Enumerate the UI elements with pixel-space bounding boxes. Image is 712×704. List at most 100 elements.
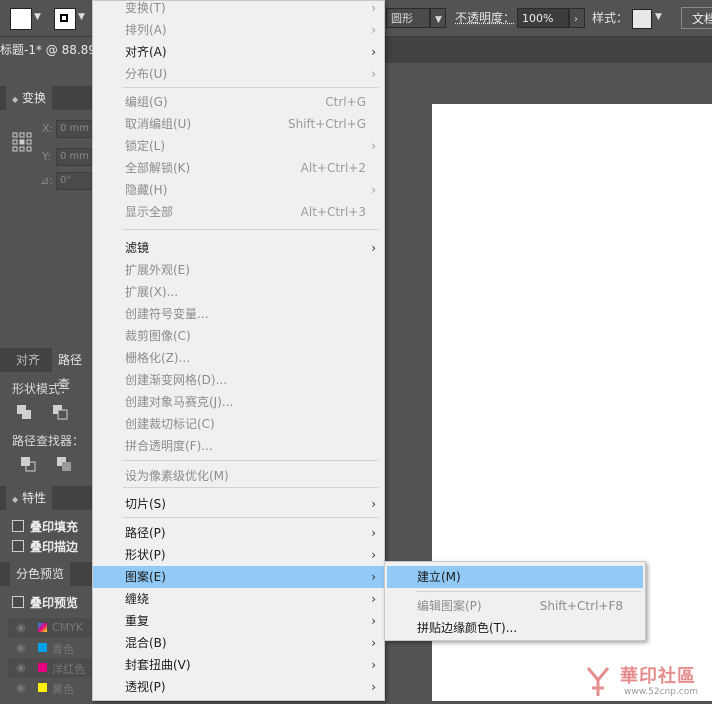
submenu-arrow-icon: › bbox=[371, 526, 376, 540]
submenu-arrow-icon: › bbox=[371, 614, 376, 628]
menu-item: 排列(A) › bbox=[93, 19, 384, 41]
tab-attributes-label: 特性 bbox=[21, 491, 46, 505]
overprint-fill-checkbox[interactable] bbox=[12, 520, 24, 532]
menu-item-label: 对齐(A) bbox=[125, 45, 167, 59]
menu-item[interactable]: 封套扭曲(V) › bbox=[93, 654, 384, 676]
stroke-dropdown-icon[interactable]: ▼ bbox=[78, 12, 85, 22]
submenu-item[interactable]: 建立(M) bbox=[387, 566, 643, 588]
submenu-item: 编辑图案(P) Shift+Ctrl+F8 bbox=[387, 595, 643, 617]
submenu-arrow-icon: › bbox=[371, 497, 376, 511]
fill-dropdown-icon[interactable]: ▼ bbox=[34, 12, 41, 22]
opacity-input[interactable]: 100% bbox=[517, 8, 569, 28]
menu-item-label: 路径(P) bbox=[125, 526, 166, 540]
menu-item-label: 缠绕 bbox=[125, 592, 150, 606]
overprint-preview-checkbox[interactable] bbox=[12, 596, 24, 608]
tab-attributes[interactable]: ◆ 特性 bbox=[6, 486, 52, 510]
document-tab-title: 标题-1* @ 88.89 bbox=[0, 43, 96, 57]
menu-item-shortcut: Ctrl+G bbox=[325, 95, 366, 109]
menu-item-label: 图案(E) bbox=[125, 570, 166, 584]
menu-item: 取消编组(U) Shift+Ctrl+G bbox=[93, 113, 384, 135]
submenu-item-shortcut: Shift+Ctrl+F8 bbox=[539, 599, 623, 613]
menu-item-label: 滤镜 bbox=[125, 241, 150, 255]
fill-swatch[interactable] bbox=[10, 8, 32, 30]
menu-item-label: 扩展(X)... bbox=[125, 285, 179, 299]
trim-icon[interactable] bbox=[56, 456, 72, 472]
menu-item: 裁剪图像(C) bbox=[93, 325, 384, 347]
menu-item-label: 透视(P) bbox=[125, 680, 166, 694]
menu-separator bbox=[123, 460, 379, 461]
eye-icon[interactable]: ◉ bbox=[16, 641, 26, 654]
menu-item-label: 重复 bbox=[125, 614, 150, 628]
eye-icon[interactable]: ◉ bbox=[16, 621, 26, 634]
style-dropdown-icon[interactable]: ▼ bbox=[655, 12, 662, 22]
document-tab[interactable]: 标题-1* @ 88.89 bbox=[0, 37, 104, 63]
tab-transform[interactable]: ◆ 变换 bbox=[6, 86, 52, 110]
tab-align[interactable]: 对齐 bbox=[10, 348, 46, 372]
x-field[interactable]: 0 mm bbox=[56, 120, 95, 138]
menu-item-shortcut: Alt+Ctrl+2 bbox=[300, 161, 366, 175]
menu-item-label: 取消编组(U) bbox=[125, 117, 192, 131]
tab-pathfinder[interactable]: 路径查 bbox=[52, 348, 92, 391]
submenu-arrow-icon: › bbox=[371, 680, 376, 694]
menu-item-shortcut: Shift+Ctrl+G bbox=[287, 117, 366, 131]
submenu-item[interactable]: 拼贴边缘颜色(T)... bbox=[387, 617, 643, 639]
submenu-arrow-icon: › bbox=[371, 139, 376, 153]
angle-field[interactable]: 0° bbox=[56, 172, 95, 190]
opacity-label: 不透明度： bbox=[455, 11, 516, 25]
shape-select[interactable]: 圆形 bbox=[386, 8, 430, 28]
menu-item[interactable]: 混合(B) › bbox=[93, 632, 384, 654]
cmyk-chip bbox=[38, 623, 47, 632]
menu-item-label: 全部解锁(K) bbox=[125, 161, 191, 175]
menu-item[interactable]: 重复 › bbox=[93, 610, 384, 632]
cyan-chip bbox=[38, 643, 47, 652]
menu-item-label: 隐藏(H) bbox=[125, 183, 168, 197]
eye-icon[interactable]: ◉ bbox=[16, 681, 26, 694]
menu-item-label: 创建裁切标记(C) bbox=[125, 417, 215, 431]
menu-separator bbox=[123, 229, 379, 230]
menu-item-label: 裁剪图像(C) bbox=[125, 329, 191, 343]
x-label: X: bbox=[42, 122, 54, 135]
menu-item[interactable]: 图案(E) › bbox=[93, 566, 384, 588]
menu-item[interactable]: 路径(P) › bbox=[93, 522, 384, 544]
submenu-arrow-icon: › bbox=[371, 658, 376, 672]
opacity-dropdown[interactable]: › bbox=[569, 8, 585, 28]
shape-select-arrow[interactable]: ▼ bbox=[430, 8, 446, 28]
tab-separations-preview[interactable]: 分色预览 bbox=[10, 562, 71, 586]
submenu-arrow-icon: › bbox=[371, 636, 376, 650]
divide-icon[interactable] bbox=[20, 456, 36, 472]
separation-name: 洋红色 bbox=[52, 663, 85, 676]
watermark-title: 華印社區 bbox=[620, 666, 696, 687]
submenu-item-label: 拼贴边缘颜色(T)... bbox=[417, 621, 518, 635]
style-swatch[interactable] bbox=[632, 9, 652, 29]
menu-item[interactable]: 切片(S) › bbox=[93, 493, 384, 515]
submenu-item-label: 编辑图案(P) bbox=[417, 599, 482, 613]
tab-align-label: 对齐 bbox=[16, 353, 41, 367]
reference-point-icon[interactable] bbox=[12, 132, 32, 152]
menu-item-label: 编组(G) bbox=[125, 95, 168, 109]
submenu-arrow-icon: › bbox=[371, 570, 376, 584]
unite-icon[interactable] bbox=[16, 404, 32, 420]
overprint-fill-label: 叠印填充 bbox=[30, 520, 79, 534]
menu-item[interactable]: 滤镜 › bbox=[93, 237, 384, 259]
menu-item[interactable]: 缠绕 › bbox=[93, 588, 384, 610]
chevron-right-icon: › bbox=[574, 14, 578, 25]
y-field[interactable]: 0 mm bbox=[56, 148, 95, 166]
menu-item[interactable]: 形状(P) › bbox=[93, 544, 384, 566]
stroke-swatch[interactable] bbox=[54, 8, 76, 30]
menu-item-label: 创建渐变网格(D)... bbox=[125, 373, 228, 387]
menu-item[interactable]: 对齐(A) › bbox=[93, 41, 384, 63]
document-setup-label: 文档 bbox=[692, 12, 712, 26]
minus-front-icon[interactable] bbox=[52, 404, 68, 420]
submenu-arrow-icon: › bbox=[371, 1, 376, 15]
overprint-stroke-checkbox[interactable] bbox=[12, 540, 24, 552]
eye-icon[interactable]: ◉ bbox=[16, 661, 26, 674]
menu-item[interactable]: 透视(P) › bbox=[93, 676, 384, 698]
menu-item-label: 栅格化(Z)... bbox=[125, 351, 191, 365]
tab-separations-label: 分色预览 bbox=[16, 567, 65, 581]
menu-item: 变换(T) › bbox=[93, 0, 384, 19]
menu-item-label: 变换(T) bbox=[125, 1, 166, 15]
menu-item: 创建对象马赛克(J)... bbox=[93, 391, 384, 413]
menu-item-label: 创建对象马赛克(J)... bbox=[125, 395, 234, 409]
document-setup-button[interactable]: 文档 bbox=[681, 7, 712, 29]
menu-item-label: 锁定(L) bbox=[125, 139, 166, 153]
